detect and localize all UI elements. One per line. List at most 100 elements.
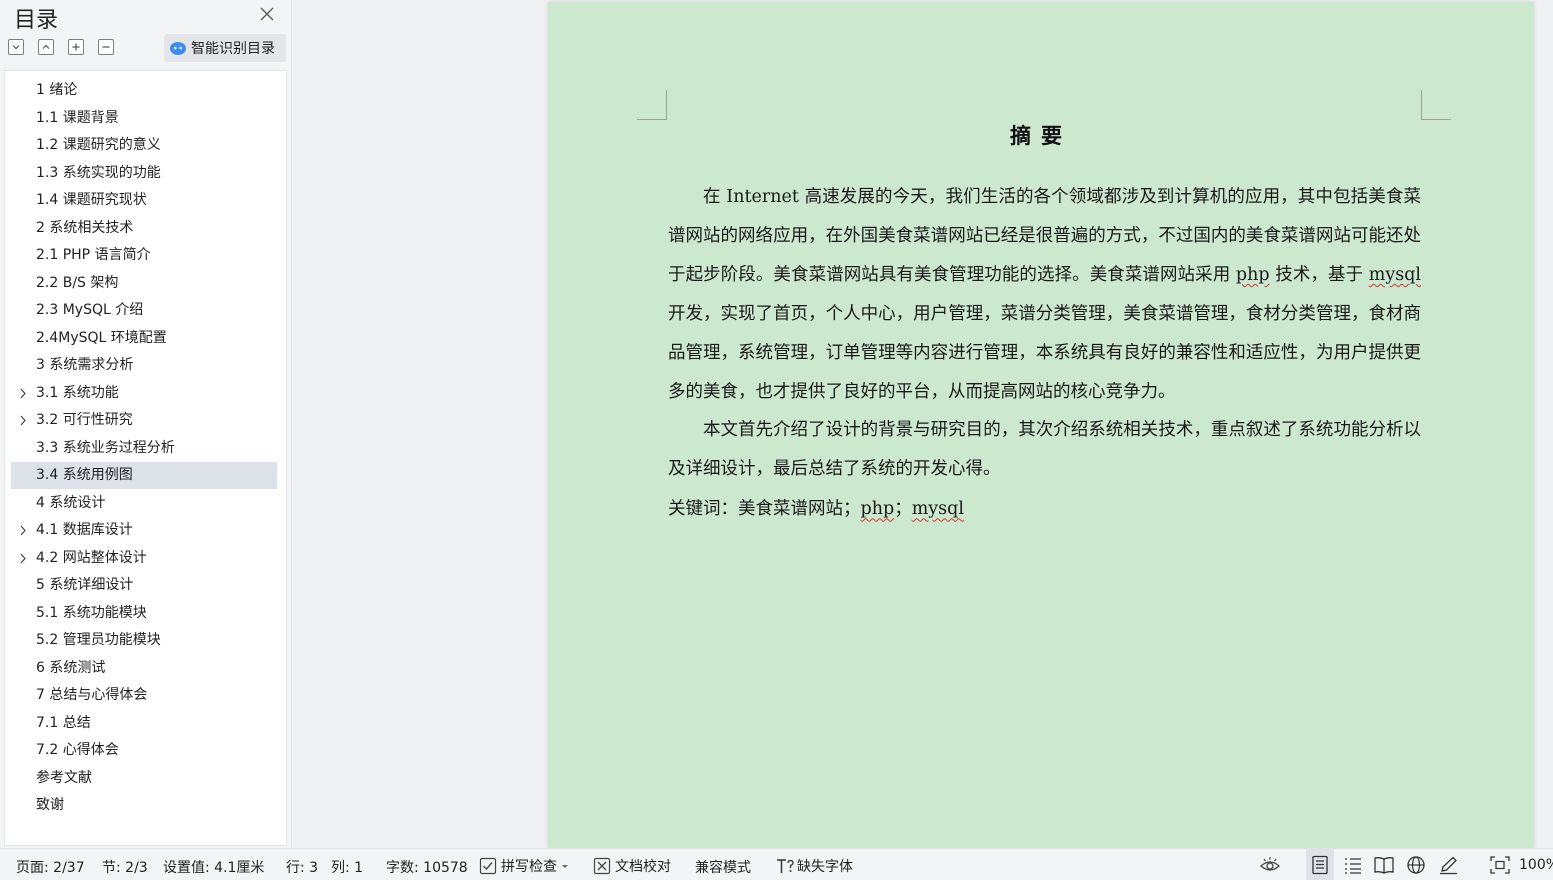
toc-item-label: 7.1 总结 (36, 714, 91, 731)
toc-title: 目录 (14, 8, 59, 33)
document-page[interactable]: 摘要 在 Internet 高速发展的今天，我们生活的各个领域都涉及到计算机的应… (548, 2, 1534, 848)
toc-item[interactable]: 3.2 可行性研究 (11, 407, 277, 434)
chevron-right-icon[interactable] (18, 380, 28, 407)
spellcheck-button[interactable]: 拼写检查 (479, 854, 570, 878)
fit-page-icon[interactable] (1489, 855, 1511, 875)
toc-item[interactable]: 2.4MySQL 环境配置 (11, 325, 277, 352)
word-count[interactable]: 字数: 10578 (386, 857, 468, 877)
smart-toc-label: 智能识别目录 (191, 41, 275, 57)
proofread-icon (593, 857, 611, 875)
toc-sidebar: 目录 智能识别目录 1 绪论 1.1 课题背景 1.2 课题研究的意义 1.3 系统实… (0, 0, 292, 848)
toc-item-label: 6 系统测试 (36, 659, 106, 676)
toc-item-label: 3 系统需求分析 (36, 357, 134, 373)
abstract-paragraph-2: 本文首先介绍了设计的背景与研究目的，其次介绍系统相关技术，重点叙述了系统功能分析… (668, 420, 1421, 480)
toc-item-label: 3.1 系统功能 (36, 384, 119, 401)
toc-item[interactable]: 4.2 网站整体设计 (11, 545, 277, 572)
status-bar: 页面: 2/37 节: 2/3 设置值: 4.1厘米 行: 3 列: 1 字数:… (0, 848, 1553, 880)
paragraph-text: 开发，实现了首页，个人中心，用户管理，菜谱分类管理，美食菜谱管理，食材分类管理，… (668, 303, 1421, 402)
toc-item[interactable]: 5.1 系统功能模块 (11, 600, 277, 627)
toc-item[interactable]: 4 系统设计 (11, 490, 277, 517)
paragraph-text: 技术，基于 (1269, 264, 1369, 285)
smart-toc-button[interactable]: 智能识别目录 (164, 34, 286, 62)
toc-item[interactable]: 6 系统测试 (11, 655, 277, 682)
expand-level-button[interactable] (68, 39, 84, 55)
toc-item[interactable]: 2.1 PHP 语言简介 (11, 242, 277, 269)
spell-error-word[interactable]: mysql (912, 499, 964, 519)
chevron-right-icon[interactable] (18, 407, 28, 434)
spell-error-word[interactable]: php (861, 499, 895, 519)
toc-item-label: 3.2 可行性研究 (36, 412, 133, 428)
outline-view-icon[interactable] (1342, 855, 1364, 875)
toc-item[interactable]: 参考文献 (11, 765, 277, 792)
expand-all-button[interactable] (8, 39, 24, 55)
eye-protection-icon[interactable] (1259, 855, 1281, 875)
ai-assistant-icon (170, 42, 186, 55)
spell-error-word[interactable]: mysql (1369, 265, 1421, 285)
page-view-icon (1312, 855, 1328, 875)
toc-item-label: 参考文献 (36, 769, 92, 786)
chevron-right-icon[interactable] (18, 545, 28, 572)
toc-item[interactable]: 1.1 课题背景 (11, 105, 277, 132)
toc-item[interactable]: 3.4 系统用例图 (11, 462, 277, 489)
toc-item-label: 5.1 系统功能模块 (36, 604, 147, 621)
collapse-level-button[interactable] (98, 39, 114, 55)
close-icon (260, 7, 274, 21)
close-sidebar-button[interactable] (258, 5, 276, 23)
chevron-right-icon[interactable] (18, 517, 28, 544)
document-area[interactable]: 摘要 在 Internet 高速发展的今天，我们生活的各个领域都涉及到计算机的应… (293, 0, 1553, 848)
toc-item[interactable]: 1.4 课题研究现状 (11, 187, 277, 214)
toc-item[interactable]: 4.1 数据库设计 (11, 517, 277, 544)
toc-item-label: 5.2 管理员功能模块 (36, 632, 161, 648)
proofread-button[interactable]: 文档校对 (593, 854, 671, 878)
toc-item[interactable]: 2.3 MySQL 介绍 (11, 297, 277, 324)
dropdown-arrow-icon (562, 865, 568, 868)
toc-item[interactable]: 7.2 心得体会 (11, 737, 277, 764)
zoom-level[interactable]: 100% (1519, 857, 1553, 873)
toc-item-label: 1.2 课题研究的意义 (36, 137, 161, 153)
toc-item-label: 2.1 PHP 语言简介 (36, 247, 151, 263)
toc-item[interactable]: 7.1 总结 (11, 710, 277, 737)
spellcheck-icon (479, 857, 497, 875)
compat-mode[interactable]: 兼容模式 (695, 857, 751, 877)
minus-icon (102, 46, 110, 48)
page-indicator[interactable]: 页面: 2/37 (16, 857, 85, 877)
collapse-all-button[interactable] (38, 39, 54, 55)
toc-item-label: 4 系统设计 (36, 494, 106, 511)
toc-item[interactable]: 5 系统详细设计 (11, 572, 277, 599)
toc-item[interactable]: 3.3 系统业务过程分析 (11, 435, 277, 462)
toc-item[interactable]: 2 系统相关技术 (11, 215, 277, 242)
toc-item[interactable]: 致谢 (11, 792, 277, 819)
toc-item[interactable]: 1.2 课题研究的意义 (11, 132, 277, 159)
reading-view-icon[interactable] (1373, 855, 1395, 875)
toc-item-label: 致谢 (36, 797, 64, 813)
toc-item[interactable]: 1.3 系统实现的功能 (11, 160, 277, 187)
margin-mark-top-left (637, 90, 667, 120)
toc-item-label: 2 系统相关技术 (36, 219, 134, 236)
toc-item-label: 3.3 系统业务过程分析 (36, 439, 175, 456)
toc-item-label: 2.2 B/S 架构 (36, 274, 119, 291)
toc-item[interactable]: 3.1 系统功能 (11, 380, 277, 407)
toc-item[interactable]: 3 系统需求分析 (11, 352, 277, 379)
toc-item[interactable]: 1 绪论 (11, 77, 277, 104)
plus-icon (72, 43, 80, 51)
toc-item[interactable]: 5.2 管理员功能模块 (11, 627, 277, 654)
abstract-body[interactable]: 在 Internet 高速发展的今天，我们生活的各个领域都涉及到计算机的应用，其… (668, 178, 1421, 529)
toc-list[interactable]: 1 绪论 1.1 课题背景 1.2 课题研究的意义 1.3 系统实现的功能 1.4 课题… (4, 70, 287, 846)
chevron-down-icon (12, 45, 20, 50)
setting-value: 设置值: 4.1厘米 (163, 860, 265, 876)
toc-item-label: 4.1 数据库设计 (36, 522, 133, 538)
missing-font-label: 缺失字体 (797, 859, 853, 875)
page-view-button[interactable] (1306, 849, 1334, 880)
toc-item-label: 3.4 系统用例图 (36, 467, 133, 483)
pen-edit-icon[interactable] (1438, 855, 1460, 875)
web-view-icon[interactable] (1405, 855, 1427, 875)
proofread-label: 文档校对 (615, 859, 671, 875)
missing-font-button[interactable]: 缺失字体 (775, 854, 853, 878)
toc-item[interactable]: 2.2 B/S 架构 (11, 270, 277, 297)
toc-item-label: 5 系统详细设计 (36, 577, 134, 593)
toc-item-label: 1 绪论 (36, 82, 78, 98)
keywords-separator: ； (894, 499, 912, 520)
spell-error-word[interactable]: php (1236, 265, 1270, 285)
toc-item[interactable]: 7 总结与心得体会 (11, 682, 277, 709)
section-indicator: 节: 2/3 (102, 860, 148, 876)
